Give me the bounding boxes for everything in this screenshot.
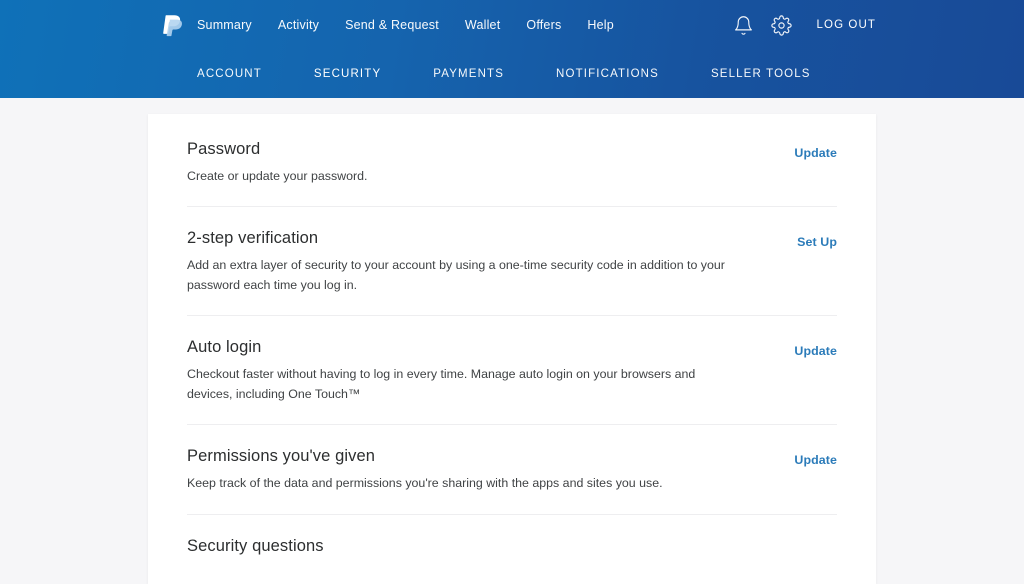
primary-navigation-bar: Summary Activity Send & Request Wallet O… bbox=[0, 0, 1024, 50]
paypal-logo-icon[interactable] bbox=[158, 11, 186, 39]
section-title: 2-step verification bbox=[187, 229, 319, 248]
header-actions: LOG OUT bbox=[731, 0, 1024, 50]
primary-nav-links: Summary Activity Send & Request Wallet O… bbox=[197, 0, 627, 50]
nav-item-wallet[interactable]: Wallet bbox=[452, 18, 513, 32]
logout-button[interactable]: LOG OUT bbox=[817, 19, 876, 31]
page-body: Password Create or update your password.… bbox=[0, 98, 1024, 584]
section-permissions: Permissions you've given Keep track of t… bbox=[148, 425, 876, 515]
secondary-navigation-bar: ACCOUNT SECURITY PAYMENTS NOTIFICATIONS … bbox=[0, 50, 1024, 110]
section-title: Password bbox=[187, 140, 261, 158]
tab-account[interactable]: ACCOUNT bbox=[197, 68, 262, 80]
section-description: Checkout faster without having to log in… bbox=[187, 367, 696, 401]
section-description: Create or update your password. bbox=[187, 168, 368, 183]
tab-payments[interactable]: PAYMENTS bbox=[433, 68, 504, 80]
tab-security[interactable]: SECURITY bbox=[314, 68, 381, 80]
section-password: Password Create or update your password.… bbox=[148, 114, 876, 208]
section-auto-login: Auto login Checkout faster without havin… bbox=[148, 316, 876, 426]
site-header: Summary Activity Send & Request Wallet O… bbox=[0, 0, 1024, 110]
nav-item-help[interactable]: Help bbox=[574, 18, 627, 32]
permissions-update-link[interactable]: Update bbox=[794, 453, 837, 467]
nav-item-send-request[interactable]: Send & Request bbox=[332, 18, 452, 32]
section-title: Auto login bbox=[187, 338, 262, 357]
nav-item-activity[interactable]: Activity bbox=[265, 18, 332, 32]
section-title: Security questions bbox=[187, 536, 324, 555]
section-title: Permissions you've given bbox=[187, 447, 376, 466]
bell-icon[interactable] bbox=[731, 12, 757, 38]
two-step-setup-link[interactable]: Set Up bbox=[797, 235, 837, 249]
gear-icon[interactable] bbox=[769, 12, 795, 38]
tab-seller-tools[interactable]: SELLER TOOLS bbox=[711, 68, 811, 80]
section-2-step-verification: 2-step verification Add an extra layer o… bbox=[148, 207, 876, 317]
nav-item-summary[interactable]: Summary bbox=[197, 18, 265, 32]
tab-notifications[interactable]: NOTIFICATIONS bbox=[556, 68, 659, 80]
security-settings-card: Password Create or update your password.… bbox=[148, 114, 876, 584]
section-description: Keep track of the data and permissions y… bbox=[187, 476, 663, 491]
section-security-questions: Security questions bbox=[148, 515, 876, 584]
nav-item-offers[interactable]: Offers bbox=[513, 18, 574, 32]
auto-login-update-link[interactable]: Update bbox=[794, 344, 837, 358]
section-description: Add an extra layer of security to your a… bbox=[187, 258, 725, 292]
password-update-link[interactable]: Update bbox=[794, 146, 837, 160]
